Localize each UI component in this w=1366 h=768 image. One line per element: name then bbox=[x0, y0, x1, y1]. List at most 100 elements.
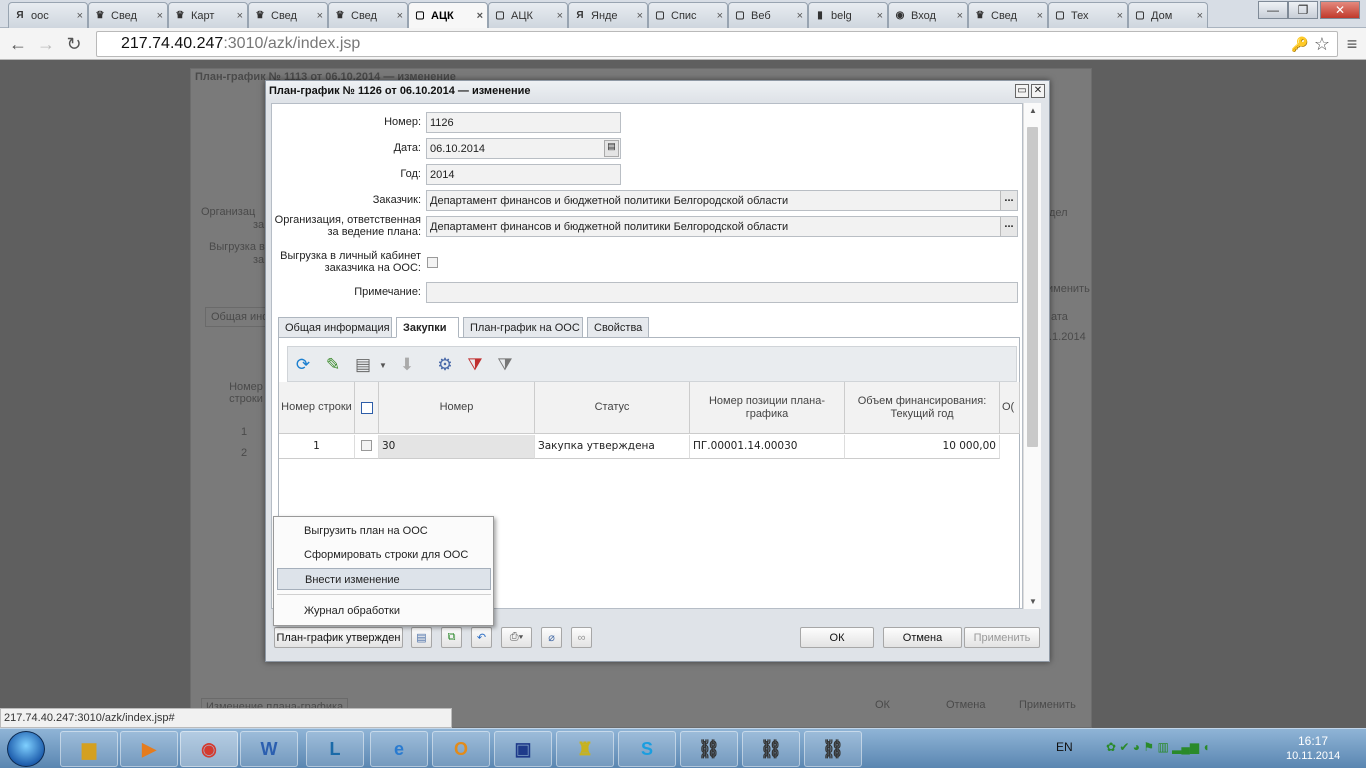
menu-item-upload-plan[interactable]: Выгрузить план на ООС bbox=[277, 520, 491, 542]
browser-tab[interactable]: ▢ Тех × bbox=[1048, 2, 1128, 28]
outlook-icon[interactable]: O bbox=[432, 731, 490, 767]
tab-close-icon[interactable]: × bbox=[797, 10, 803, 22]
tab-close-icon[interactable]: × bbox=[957, 10, 963, 22]
app-icon[interactable]: ♜ bbox=[556, 731, 614, 767]
scrollbar-thumb[interactable] bbox=[1027, 127, 1038, 447]
edit-icon[interactable]: ✎ bbox=[322, 354, 344, 376]
tab-purchases[interactable]: Закупки bbox=[396, 317, 459, 338]
maximize-icon[interactable]: ▭ bbox=[1015, 84, 1029, 98]
undo-icon[interactable]: ↶ bbox=[471, 627, 492, 648]
clock-time[interactable]: 16:17 bbox=[1298, 734, 1328, 748]
network-app-icon[interactable]: ⛓ bbox=[804, 731, 862, 767]
customer-select-button[interactable]: ... bbox=[1000, 191, 1017, 210]
tab-close-icon[interactable]: × bbox=[237, 10, 243, 22]
chevron-down-icon[interactable]: ▼ bbox=[372, 354, 394, 376]
ok-button[interactable]: ОК bbox=[800, 627, 874, 648]
reload-icon[interactable]: ↻ bbox=[62, 32, 86, 56]
key-icon[interactable]: 🔑 bbox=[1288, 32, 1312, 56]
browser-tab[interactable]: ◉ Вход × bbox=[888, 2, 968, 28]
cell-row-number[interactable]: 1 bbox=[279, 435, 355, 459]
minimize-icon[interactable]: — bbox=[1258, 1, 1288, 19]
cell-position[interactable]: ПГ.00001.14.00030 bbox=[690, 435, 845, 459]
tray-icons[interactable]: ✿ ✔ ◕ ⚑ ▥ ▂▄▆ ◖ bbox=[1106, 740, 1210, 754]
ie-icon[interactable]: e bbox=[370, 731, 428, 767]
tab-close-icon[interactable]: × bbox=[77, 10, 83, 22]
tab-close-icon[interactable]: × bbox=[717, 10, 723, 22]
browser-tab[interactable]: ♛ Свед × bbox=[968, 2, 1048, 28]
browser-tab[interactable]: ▢ Дом × bbox=[1128, 2, 1208, 28]
column-header[interactable]: Номер позиции плана-графика bbox=[690, 382, 845, 434]
maximize-icon[interactable]: ❐ bbox=[1288, 1, 1318, 19]
browser-tab[interactable]: ♛ Свед × bbox=[248, 2, 328, 28]
row-checkbox-cell[interactable] bbox=[355, 435, 379, 459]
chrome-icon[interactable]: ◉ bbox=[180, 731, 238, 767]
column-header[interactable]: Статус bbox=[535, 382, 690, 434]
attach-icon[interactable]: ⌀ bbox=[541, 627, 562, 648]
document-icon[interactable]: ▤ bbox=[411, 627, 432, 648]
media-player-icon[interactable]: ▶ bbox=[120, 731, 178, 767]
tab-close-icon[interactable]: × bbox=[637, 10, 643, 22]
refresh-icon[interactable]: ⟳ bbox=[292, 354, 314, 376]
browser-tab[interactable]: ▢ Спис × bbox=[648, 2, 728, 28]
calendar-icon[interactable]: ▤ bbox=[604, 140, 619, 157]
org-select-button[interactable]: ... bbox=[1000, 217, 1017, 236]
tab-close-icon[interactable]: × bbox=[1117, 10, 1123, 22]
browser-tab[interactable]: ▢ АЦК × bbox=[488, 2, 568, 28]
windows-start-icon[interactable] bbox=[7, 731, 45, 767]
tab-close-icon[interactable]: × bbox=[157, 10, 163, 22]
link-icon[interactable]: ∞ bbox=[571, 627, 592, 648]
tab-close-icon[interactable]: × bbox=[1197, 10, 1203, 22]
customer-field[interactable]: Департамент финансов и бюджетной политик… bbox=[426, 190, 1018, 211]
tab-close-icon[interactable]: × bbox=[317, 10, 323, 22]
apply-button[interactable]: Применить bbox=[964, 627, 1040, 648]
year-field[interactable]: 2014 bbox=[426, 164, 621, 185]
column-header-select-all[interactable] bbox=[355, 382, 379, 434]
cell-status[interactable]: Закупка утверждена bbox=[535, 435, 690, 459]
row-checkbox[interactable] bbox=[361, 440, 372, 451]
clock-date[interactable]: 10.11.2014 bbox=[1286, 750, 1340, 762]
network-app-icon[interactable]: ⛓ bbox=[680, 731, 738, 767]
close-icon[interactable]: ✕ bbox=[1031, 84, 1045, 98]
word-icon[interactable]: W bbox=[240, 731, 298, 767]
tab-close-icon[interactable]: × bbox=[397, 10, 403, 22]
browser-tab[interactable]: ♛ Карт × bbox=[168, 2, 248, 28]
scroll-up-icon[interactable]: ▲ bbox=[1029, 106, 1037, 115]
star-icon[interactable]: ☆ bbox=[1310, 32, 1334, 56]
column-header[interactable]: Номер строки bbox=[279, 382, 355, 434]
browser-tab[interactable]: ♛ Свед × bbox=[88, 2, 168, 28]
browser-tab[interactable]: ▮ belg × bbox=[808, 2, 888, 28]
language-indicator[interactable]: EN bbox=[1056, 740, 1073, 754]
browser-tab[interactable]: ♛ Свед × bbox=[328, 2, 408, 28]
org-field[interactable]: Департамент финансов и бюджетной политик… bbox=[426, 216, 1018, 237]
menu-item-make-change[interactable]: Внести изменение bbox=[277, 568, 491, 590]
back-icon[interactable]: ← bbox=[6, 32, 30, 56]
menu-item-form-rows[interactable]: Сформировать строки для ООС bbox=[277, 544, 491, 566]
explorer-icon[interactable]: ▆ bbox=[60, 731, 118, 767]
address-bar[interactable]: 217.74.40.247:3010/azk/index.jsp bbox=[96, 31, 1338, 57]
save-disk-icon[interactable]: ▣ bbox=[494, 731, 552, 767]
upload-checkbox[interactable] bbox=[427, 257, 438, 268]
gear-icon[interactable]: ⚙ bbox=[434, 354, 456, 376]
menu-icon[interactable]: ≡ bbox=[1340, 32, 1364, 56]
close-window-icon[interactable]: ✕ bbox=[1320, 1, 1360, 19]
column-header[interactable]: Номер bbox=[379, 382, 535, 434]
copy-icon[interactable]: ⧉ bbox=[441, 627, 462, 648]
cancel-button[interactable]: Отмена bbox=[883, 627, 962, 648]
filter-icon[interactable]: ⧩ bbox=[494, 354, 516, 376]
tab-close-icon[interactable]: × bbox=[1037, 10, 1043, 22]
browser-tab[interactable]: Яоос × bbox=[8, 2, 88, 28]
browser-tab[interactable]: ▢ Веб × bbox=[728, 2, 808, 28]
forward-icon[interactable]: → bbox=[34, 32, 58, 56]
tab-general[interactable]: Общая информация bbox=[278, 317, 392, 338]
lync-icon[interactable]: L bbox=[306, 731, 364, 767]
network-app-icon[interactable]: ⛓ bbox=[742, 731, 800, 767]
cell-number[interactable]: 30 bbox=[379, 435, 535, 459]
browser-tab[interactable]: Я Янде × bbox=[568, 2, 648, 28]
status-button[interactable]: План-график утвержден bbox=[274, 627, 403, 648]
import-icon[interactable]: ⬇ bbox=[396, 354, 418, 376]
add-document-icon[interactable]: ▤ bbox=[352, 354, 374, 376]
tab-close-icon[interactable]: × bbox=[877, 10, 883, 22]
select-all-checkbox[interactable] bbox=[360, 401, 373, 414]
dialog-scrollbar[interactable]: ▲ ▼ bbox=[1023, 103, 1041, 609]
scroll-down-icon[interactable]: ▼ bbox=[1029, 597, 1037, 606]
